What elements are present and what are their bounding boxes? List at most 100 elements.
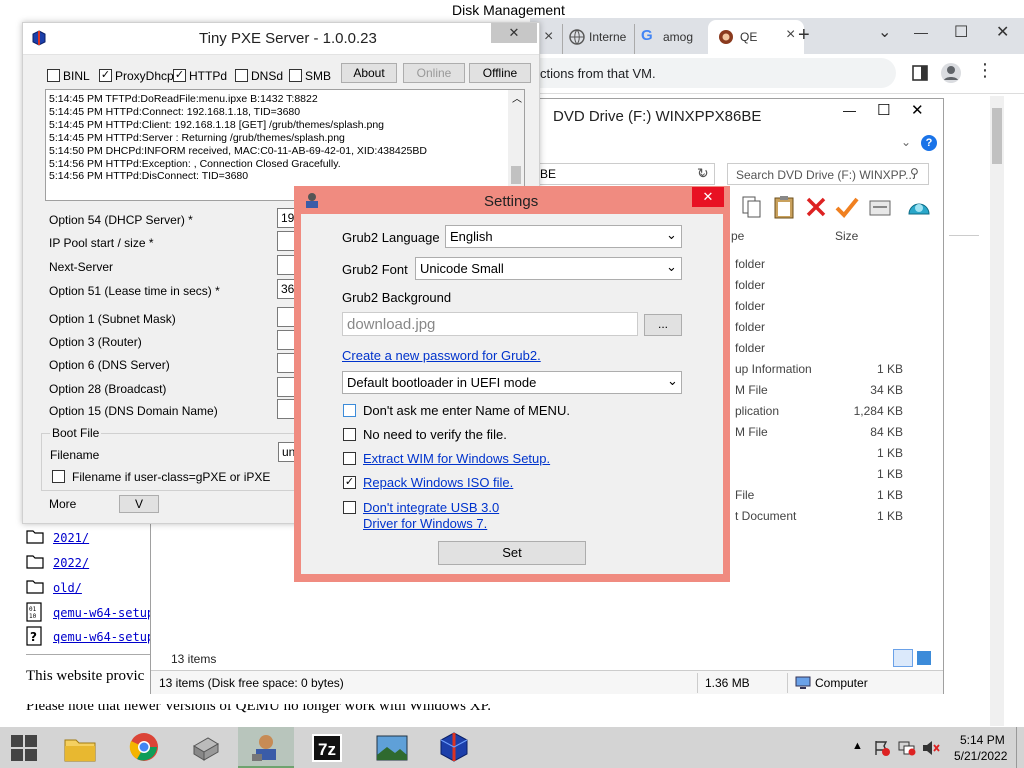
ribbon-expand-icon[interactable]: ⌄ bbox=[901, 135, 911, 149]
listing-row[interactable]: 2022/ bbox=[26, 553, 156, 573]
show-desktop-button[interactable] bbox=[1016, 727, 1024, 768]
new-tab-button[interactable]: + bbox=[798, 24, 810, 47]
side-panel-icon[interactable] bbox=[912, 65, 928, 81]
chrome-minimize-button[interactable]: — bbox=[914, 24, 928, 40]
flag-icon[interactable] bbox=[874, 740, 890, 756]
online-button[interactable]: Online bbox=[403, 63, 465, 83]
pxe-close-button[interactable]: ✕ bbox=[491, 23, 537, 43]
tab-search-icon[interactable]: ⌄ bbox=[878, 22, 891, 42]
chrome-maximize-button[interactable]: ☐ bbox=[954, 22, 968, 42]
settings-checkbox[interactable] bbox=[343, 452, 356, 465]
refresh-icon[interactable]: ↻ bbox=[697, 165, 709, 182]
tray-chevron-icon[interactable]: ▲ bbox=[852, 740, 863, 752]
chrome-tab-internet[interactable]: Interne bbox=[562, 24, 632, 54]
taskbar-app-explorer[interactable] bbox=[52, 727, 108, 768]
network-globe-icon[interactable] bbox=[907, 196, 931, 218]
file-row[interactable]: 1 KB bbox=[731, 467, 903, 485]
grub-font-select[interactable]: Unicode Small ⌄ bbox=[415, 257, 682, 280]
settings-option-link[interactable]: Repack Windows ISO file. bbox=[363, 475, 513, 490]
option-checkbox[interactable]: ✓ bbox=[173, 69, 186, 82]
scrollbar-thumb[interactable] bbox=[992, 108, 1002, 164]
option-checkbox[interactable] bbox=[235, 69, 248, 82]
offline-button[interactable]: Offline bbox=[469, 63, 531, 83]
checkmark-icon[interactable] bbox=[835, 196, 859, 218]
tab-close-icon[interactable]: × bbox=[786, 26, 795, 44]
v-button[interactable]: V bbox=[119, 495, 159, 513]
properties-icon[interactable] bbox=[869, 199, 891, 217]
details-view-button[interactable] bbox=[893, 649, 913, 667]
listing-row[interactable]: old/ bbox=[26, 578, 156, 598]
clock-time[interactable]: 5:14 PM bbox=[960, 733, 1005, 747]
listing-link[interactable]: 2021/ bbox=[53, 531, 89, 545]
usb3-checkbox[interactable] bbox=[343, 501, 356, 514]
profile-avatar-icon[interactable] bbox=[940, 62, 962, 84]
option-checkbox[interactable]: ✓ bbox=[99, 69, 112, 82]
listing-row[interactable]: 01 10 qemu-w64-setup bbox=[26, 602, 160, 624]
file-row[interactable]: folder bbox=[731, 278, 903, 296]
file-row[interactable]: up Information 1 KB bbox=[731, 362, 903, 380]
file-row[interactable]: File 1 KB bbox=[731, 488, 903, 506]
file-row[interactable]: plication 1,284 KB bbox=[731, 404, 903, 422]
tab-close-glyph[interactable]: × bbox=[544, 28, 553, 46]
help-icon[interactable]: ? bbox=[921, 135, 937, 151]
settings-checkbox[interactable] bbox=[343, 404, 356, 417]
file-row[interactable]: t Document 1 KB bbox=[731, 509, 903, 527]
settings-checkbox[interactable]: ✓ bbox=[343, 476, 356, 489]
userclass-checkbox[interactable] bbox=[52, 470, 65, 483]
windows-start-icon[interactable] bbox=[10, 734, 38, 762]
large-icons-view-button[interactable] bbox=[917, 651, 931, 665]
listing-link[interactable]: qemu-w64-setup bbox=[53, 630, 154, 644]
chrome-address-bar[interactable]: ctions from that VM. bbox=[530, 58, 896, 88]
grub-language-select[interactable]: English ⌄ bbox=[445, 225, 682, 248]
listing-row[interactable]: 2021/ bbox=[26, 528, 156, 548]
explorer-close-button[interactable]: ✕ bbox=[911, 101, 924, 119]
listing-link[interactable]: qemu-w64-setup bbox=[53, 606, 154, 620]
log-scrollbar[interactable]: ︿ bbox=[508, 90, 524, 200]
grub-background-input[interactable]: download.jpg bbox=[342, 312, 638, 336]
file-row[interactable]: 1 KB bbox=[731, 446, 903, 464]
chrome-tab-active[interactable]: QE × bbox=[708, 20, 804, 54]
explorer-maximize-button[interactable]: ☐ bbox=[877, 101, 890, 119]
set-button[interactable]: Set bbox=[438, 541, 586, 565]
usb3-link-line2[interactable]: Driver for Windows 7. bbox=[363, 516, 487, 531]
file-row[interactable]: M File 34 KB bbox=[731, 383, 903, 401]
about-button[interactable]: About bbox=[341, 63, 397, 83]
option-checkbox[interactable] bbox=[47, 69, 60, 82]
option-checkbox[interactable] bbox=[289, 69, 302, 82]
taskbar-app-usb[interactable] bbox=[178, 727, 234, 768]
taskbar-app-pxe[interactable] bbox=[426, 727, 482, 768]
taskbar-app-chrome[interactable] bbox=[116, 727, 172, 768]
search-box[interactable]: Search DVD Drive (F:) WINXPP... ⚲ bbox=[727, 163, 929, 185]
log-area[interactable]: 5:14:45 PM TFTPd:DoReadFile:menu.ipxe B:… bbox=[45, 89, 525, 201]
settings-close-button[interactable]: ✕ bbox=[692, 187, 724, 207]
chrome-menu-icon[interactable]: ⋮ bbox=[976, 60, 994, 81]
file-row[interactable]: M File 84 KB bbox=[731, 425, 903, 443]
path-bar[interactable]: BE ⌄ bbox=[531, 163, 715, 185]
volume-muted-icon[interactable] bbox=[922, 740, 940, 756]
settings-checkbox[interactable] bbox=[343, 428, 356, 441]
file-row[interactable]: folder bbox=[731, 257, 903, 275]
listing-row[interactable]: ? qemu-w64-setup bbox=[26, 626, 160, 648]
taskbar-app-viewer[interactable] bbox=[364, 727, 420, 768]
chrome-tab-google[interactable]: G amog bbox=[634, 24, 704, 54]
column-size-header[interactable]: Size bbox=[835, 229, 858, 243]
delete-icon[interactable] bbox=[805, 196, 827, 218]
clock-date[interactable]: 5/21/2022 bbox=[954, 749, 1007, 763]
create-password-link[interactable]: Create a new password for Grub2. bbox=[342, 348, 541, 363]
file-row[interactable]: folder bbox=[731, 341, 903, 359]
bootloader-select[interactable]: Default bootloader in UEFI mode ⌄ bbox=[342, 371, 682, 394]
scrollbar-thumb[interactable] bbox=[511, 166, 521, 184]
browse-button[interactable]: ... bbox=[644, 314, 682, 336]
network-icon[interactable] bbox=[898, 740, 916, 756]
scroll-up-icon[interactable]: ︿ bbox=[512, 90, 522, 105]
settings-option-link[interactable]: Extract WIM for Windows Setup. bbox=[363, 451, 550, 466]
column-type-header[interactable]: pe bbox=[731, 229, 744, 243]
page-scrollbar[interactable] bbox=[990, 96, 1004, 726]
file-row[interactable]: folder bbox=[731, 299, 903, 317]
listing-link[interactable]: 2022/ bbox=[53, 556, 89, 570]
file-row[interactable]: folder bbox=[731, 320, 903, 338]
taskbar-app-active[interactable] bbox=[238, 727, 294, 768]
taskbar-app-7zip[interactable]: 7z bbox=[300, 727, 356, 768]
listing-link[interactable]: old/ bbox=[53, 581, 82, 595]
paste-icon[interactable] bbox=[773, 195, 795, 219]
